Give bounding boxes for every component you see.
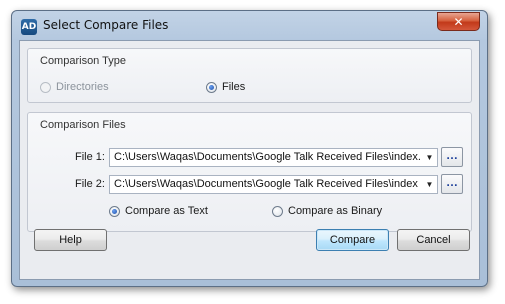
file2-browse-button[interactable]: … [441, 174, 463, 194]
dialog-window: AD Select Compare Files ✕ Comparison Typ… [11, 10, 488, 287]
help-button-label: Help [59, 234, 82, 246]
close-icon: ✕ [453, 15, 464, 29]
radio-indicator [206, 81, 217, 93]
cancel-button[interactable]: Cancel [397, 229, 470, 251]
radio-compare-as-binary-label: Compare as Binary [288, 205, 383, 217]
file2-combobox[interactable]: C:\Users\Waqas\Documents\Google Talk Rec… [109, 175, 438, 194]
title-bar[interactable]: AD Select Compare Files ✕ [12, 11, 487, 40]
radio-directories-label: Directories [56, 81, 109, 93]
window-title: Select Compare Files [43, 18, 169, 32]
cancel-button-label: Cancel [416, 234, 451, 246]
file1-combobox[interactable]: C:\Users\Waqas\Documents\Google Talk Rec… [109, 148, 438, 167]
close-button[interactable]: ✕ [437, 12, 480, 31]
help-button[interactable]: Help [34, 229, 107, 251]
comparison-files-group: Comparison Files File 1: C:\Users\Waqas\… [27, 112, 472, 232]
radio-indicator [272, 205, 283, 217]
ellipsis-icon: … [446, 148, 458, 162]
radio-files-label: Files [222, 81, 246, 93]
ellipsis-icon: … [446, 175, 458, 189]
radio-directories[interactable]: Directories [40, 81, 109, 93]
file2-label: File 2: [75, 178, 105, 190]
radio-files[interactable]: Files [206, 81, 245, 93]
radio-indicator [40, 81, 51, 93]
comparison-files-legend: Comparison Files [40, 119, 126, 131]
chevron-down-icon[interactable]: ▼ [422, 176, 437, 193]
radio-compare-as-text[interactable]: Compare as Text [109, 205, 208, 217]
app-logo-icon: AD [21, 19, 37, 35]
file2-value: C:\Users\Waqas\Documents\Google Talk Rec… [114, 178, 421, 190]
chevron-down-icon[interactable]: ▼ [422, 149, 437, 166]
file1-label: File 1: [75, 151, 105, 163]
compare-button[interactable]: Compare [316, 229, 389, 251]
file1-browse-button[interactable]: … [441, 147, 463, 167]
comparison-type-group: Comparison Type Directories Files [27, 48, 472, 103]
radio-compare-as-binary[interactable]: Compare as Binary [272, 205, 382, 217]
comparison-type-legend: Comparison Type [40, 55, 127, 67]
radio-compare-as-text-label: Compare as Text [125, 205, 208, 217]
file1-value: C:\Users\Waqas\Documents\Google Talk Rec… [114, 151, 421, 163]
compare-button-label: Compare [329, 234, 376, 246]
radio-indicator [109, 205, 120, 217]
